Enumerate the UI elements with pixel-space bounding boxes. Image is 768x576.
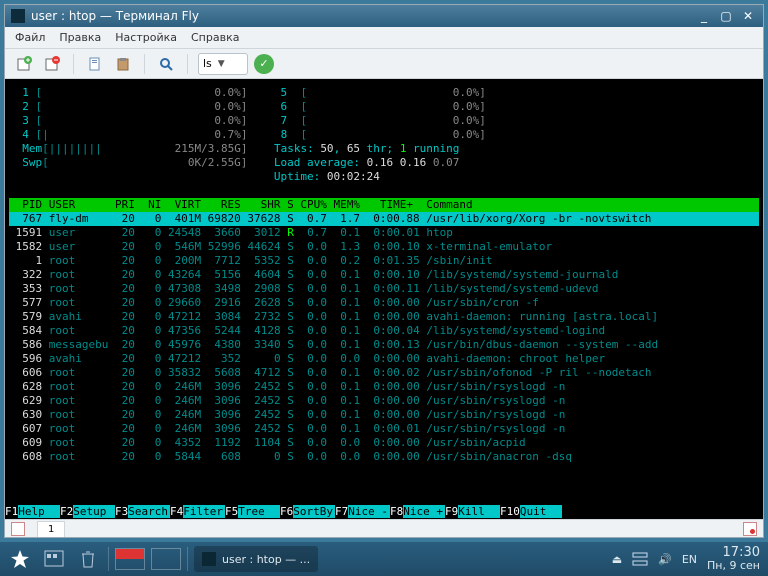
- copy-button[interactable]: [84, 53, 106, 75]
- statusbar: 1: [5, 519, 763, 537]
- window-title: user : htop — Терминал Fly: [31, 9, 199, 23]
- network-icon[interactable]: [632, 552, 648, 566]
- language-indicator[interactable]: EN: [682, 553, 697, 566]
- search-button[interactable]: [155, 53, 177, 75]
- terminal-tab-1[interactable]: 1: [37, 521, 65, 537]
- status-led-icon: [11, 522, 25, 536]
- toolbar: ls ▼ ✓: [5, 49, 763, 79]
- menu-file[interactable]: Файл: [15, 31, 45, 44]
- workspace-pager-2[interactable]: [151, 548, 181, 570]
- command-combo[interactable]: ls ▼: [198, 53, 248, 75]
- terminal-icon: [202, 552, 216, 566]
- clock[interactable]: 17:30 Пн, 9 сен: [707, 546, 762, 572]
- chevron-down-icon: ▼: [218, 59, 225, 69]
- trash-button[interactable]: [74, 546, 102, 572]
- volume-icon[interactable]: 🔊: [658, 553, 672, 566]
- taskbar: user : htop — ... ⏏ 🔊 EN 17:30 Пн, 9 сен: [0, 542, 768, 576]
- command-combo-value: ls: [203, 57, 212, 70]
- file-manager-button[interactable]: [40, 546, 68, 572]
- menubar: Файл Правка Настройка Справка: [5, 27, 763, 49]
- terminal-icon: [11, 9, 25, 23]
- maximize-button[interactable]: ▢: [717, 9, 735, 23]
- menu-settings[interactable]: Настройка: [115, 31, 177, 44]
- usb-icon[interactable]: ⏏: [612, 553, 622, 566]
- paste-button[interactable]: [112, 53, 134, 75]
- clock-date: Пн, 9 сен: [707, 559, 760, 572]
- titlebar[interactable]: user : htop — Терминал Fly _ ▢ ✕: [5, 5, 763, 27]
- new-tab-button[interactable]: [13, 53, 35, 75]
- task-label: user : htop — ...: [222, 553, 310, 566]
- menu-help[interactable]: Справка: [191, 31, 239, 44]
- taskbar-task-htop[interactable]: user : htop — ...: [194, 546, 318, 572]
- status-led-right-icon: [743, 522, 757, 536]
- workspace-pager-1[interactable]: [115, 548, 145, 570]
- run-button[interactable]: ✓: [254, 54, 274, 74]
- menu-edit[interactable]: Правка: [59, 31, 101, 44]
- clock-time: 17:30: [707, 546, 760, 559]
- start-button[interactable]: [6, 546, 34, 572]
- close-tab-button[interactable]: [41, 53, 63, 75]
- terminal-output[interactable]: 1 [ 0.0%] 5 [ 0.0%] 2 [ 0.0%] 6 [ 0.0%] …: [5, 79, 763, 519]
- close-button[interactable]: ✕: [739, 9, 757, 23]
- minimize-button[interactable]: _: [695, 9, 713, 23]
- terminal-window: user : htop — Терминал Fly _ ▢ ✕ Файл Пр…: [4, 4, 764, 538]
